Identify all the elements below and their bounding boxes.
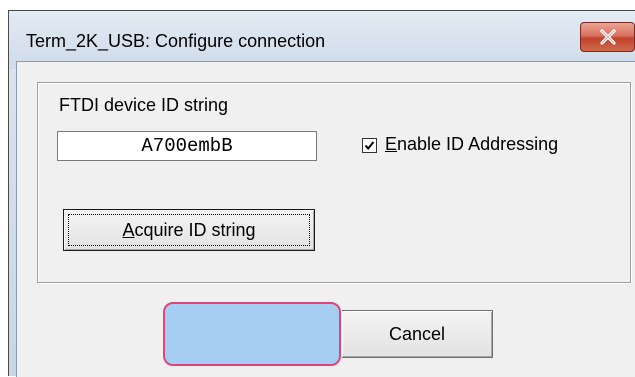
checkmark-icon — [364, 141, 375, 151]
window-title: Term_2K_USB: Configure connection — [26, 31, 326, 51]
enable-id-addressing-checkbox[interactable] — [362, 138, 377, 153]
dialog-window: Term_2K_USB: Configure connection FTDI d… — [8, 10, 635, 377]
enable-id-addressing-mnemonic: E — [385, 134, 398, 154]
ok-button[interactable] — [163, 302, 341, 366]
enable-id-addressing-label[interactable]: Enable ID Addressing — [385, 134, 558, 155]
close-x-icon — [599, 29, 617, 45]
cancel-button[interactable]: Cancel — [342, 310, 493, 358]
focus-rectangle — [68, 214, 310, 246]
enable-id-addressing-text: nable ID Addressing — [397, 134, 559, 154]
ftdi-id-label: FTDI device ID string — [59, 95, 229, 115]
ftdi-id-input[interactable] — [57, 131, 317, 161]
acquire-id-button[interactable]: Acquire ID string — [63, 209, 315, 251]
close-button[interactable] — [580, 22, 635, 52]
dialog-client-area: FTDI device ID string Enable ID Addressi… — [16, 61, 635, 377]
